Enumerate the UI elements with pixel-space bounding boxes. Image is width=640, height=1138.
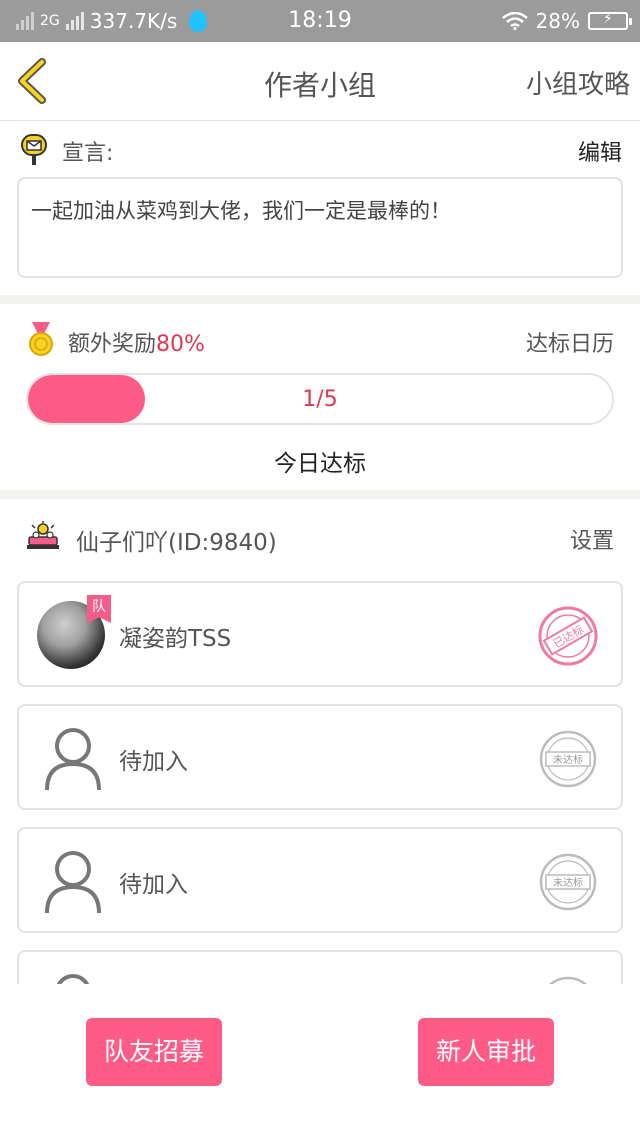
team-icon bbox=[27, 521, 59, 549]
manifesto-label: 宣言: bbox=[62, 141, 114, 166]
progress-bar: 1/5 bbox=[26, 373, 614, 425]
extra-reward-percent: 80% bbox=[156, 332, 205, 357]
nav-bar: 作者小组 小组攻略 bbox=[0, 42, 640, 121]
status-right: 28% ⚡ bbox=[501, 9, 632, 33]
not-achieved-stamp-icon: 未达标 bbox=[539, 730, 597, 788]
member-card[interactable]: 队 凝姿韵TSS 已达标 bbox=[17, 581, 623, 687]
today-status: 今日达标 bbox=[274, 451, 366, 477]
stamp-label: 未达标 bbox=[553, 754, 583, 766]
user-placeholder-icon bbox=[56, 974, 90, 984]
stamp-label: 未达标 bbox=[553, 877, 583, 889]
battery-icon: ⚡ bbox=[588, 11, 632, 30]
wifi-icon bbox=[501, 12, 528, 30]
charging-icon: ⚡ bbox=[603, 11, 613, 27]
status-bar: 2G 337.7K/s 18:19 28% ⚡ bbox=[0, 0, 640, 42]
manifesto-section: 宣言: 编辑 一起加油从菜鸡到大佬，我们一定是最棒的！ bbox=[0, 121, 640, 295]
divider bbox=[0, 295, 640, 304]
recruit-teammates-button[interactable]: 队友招募 bbox=[86, 1018, 222, 1086]
medal-icon bbox=[29, 322, 53, 356]
member-name: 待加入 bbox=[119, 749, 188, 775]
extra-reward-label: 额外奖励80% bbox=[68, 326, 205, 358]
member-card[interactable] bbox=[17, 950, 623, 984]
bottom-action-bar: 队友招募 新人审批 bbox=[0, 984, 640, 1138]
progress-text: 1/5 bbox=[302, 387, 338, 412]
extra-reward-text: 额外奖励 bbox=[68, 332, 157, 357]
divider bbox=[0, 490, 640, 499]
mailbox-icon bbox=[21, 134, 47, 165]
member-list: 队 凝姿韵TSS 已达标 待加入 未达标 待加入 未达标 bbox=[0, 579, 640, 984]
member-card[interactable]: 待加入 未达标 bbox=[17, 827, 623, 933]
battery-percent: 28% bbox=[535, 9, 580, 33]
achieved-stamp-icon: 已达标 bbox=[538, 606, 598, 666]
manifesto-text: 一起加油从菜鸡到大佬，我们一定是最棒的！ bbox=[17, 177, 623, 278]
edit-button[interactable]: 编辑 bbox=[578, 135, 622, 167]
user-placeholder-icon bbox=[45, 728, 101, 791]
settings-link[interactable]: 设置 bbox=[570, 523, 614, 555]
reward-section: 额外奖励80% 达标日历 1/5 今日达标 bbox=[0, 304, 640, 490]
team-header: 仙子们吖(ID:9840) 设置 bbox=[0, 499, 640, 579]
user-placeholder-icon bbox=[45, 851, 101, 914]
member-card[interactable]: 待加入 未达标 bbox=[17, 704, 623, 810]
member-name: 凝姿韵TSS bbox=[119, 626, 232, 652]
member-name: 待加入 bbox=[119, 872, 188, 898]
group-guide-link[interactable]: 小组攻略 bbox=[526, 64, 630, 101]
team-name: 仙子们吖(ID:9840) bbox=[76, 530, 277, 556]
not-achieved-stamp-icon bbox=[549, 976, 587, 984]
not-achieved-stamp-icon: 未达标 bbox=[539, 853, 597, 911]
calendar-link[interactable]: 达标日历 bbox=[526, 326, 614, 358]
approve-newcomers-button[interactable]: 新人审批 bbox=[418, 1018, 554, 1086]
